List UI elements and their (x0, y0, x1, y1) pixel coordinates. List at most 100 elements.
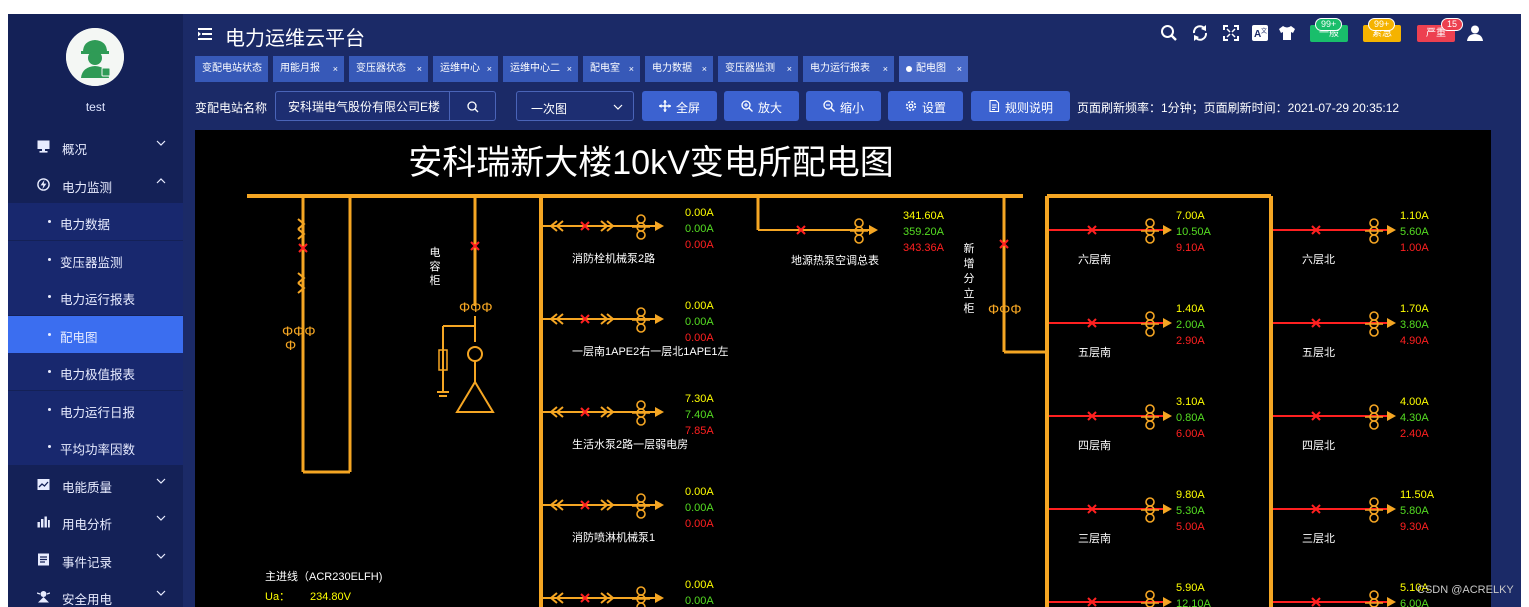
floor-name: 五层南 (1078, 346, 1111, 359)
zoom-in-button[interactable]: 放大 (724, 91, 799, 121)
tab-0[interactable]: 变配电站状态 (195, 56, 268, 82)
new-cabinet-label-char: 新 (964, 241, 975, 255)
settings-button[interactable]: 设置 (888, 91, 963, 121)
new-cabinet-label-char: 柜 (964, 302, 975, 315)
tab-9[interactable]: 配电图 × (899, 56, 968, 82)
sidebar-item-3[interactable]: 用电分析 (8, 503, 183, 540)
search-icon[interactable] (1160, 24, 1178, 42)
safety-icon (37, 591, 50, 603)
toolbar: 变配电站名称 一次图 全屏 (195, 90, 1515, 122)
phase-c-current: 9.10A (1176, 242, 1205, 254)
tab-6[interactable]: 电力数据 × (645, 56, 713, 82)
ct-icon (1369, 513, 1379, 523)
sidebar-item-label: 电能质量 (62, 480, 113, 495)
main-line-label: 主进线（ACR230ELFH) (265, 569, 382, 583)
floor-name: 六层南 (1078, 253, 1111, 266)
close-icon[interactable]: × (487, 56, 492, 82)
fullscreen-icon[interactable] (1222, 24, 1240, 42)
phase-b-current: 0.00A (685, 595, 714, 607)
alarm-severe-button[interactable]: 严重 15 (1417, 18, 1464, 42)
arrow-head-icon (1387, 225, 1396, 235)
ct-icon (1369, 420, 1379, 430)
refresh-icon[interactable] (1191, 24, 1209, 42)
fullscreen-button[interactable]: 全屏 (642, 91, 717, 121)
avatar[interactable] (66, 28, 124, 86)
ct-icon (636, 416, 646, 426)
sidebar-subitem-2[interactable]: 电力运行报表 (8, 278, 183, 315)
sidebar-item-1[interactable]: 电力监测 (8, 166, 183, 203)
arrow-head-icon (655, 221, 664, 231)
phase-a-current: 3.10A (1176, 396, 1205, 408)
phase-a-current: 1.70A (1400, 303, 1429, 315)
translate-icon[interactable]: A 文 (1251, 24, 1269, 42)
phase-b-current: 5.80A (1400, 505, 1429, 517)
watermark: CSDN @ACRELKY (1417, 584, 1514, 596)
top-header: 电力运维云平台 A 文 一般 99+ 紧急 99+ 严重 15 (183, 14, 1521, 54)
sidebar-subitem-5[interactable]: 电力运行日报 (8, 390, 183, 428)
ct-icon (1369, 404, 1379, 414)
tab-5[interactable]: 配电室 × (583, 56, 640, 82)
rules-icon (989, 100, 1000, 112)
ct-icon (636, 493, 646, 503)
phase-a-current: 1.10A (1400, 210, 1429, 222)
tab-8[interactable]: 电力运行报表 × (803, 56, 894, 82)
station-search-button[interactable] (449, 91, 496, 121)
phase-b-current: 0.00A (685, 223, 714, 235)
alarm-urgent-button[interactable]: 紧急 99+ (1363, 18, 1401, 42)
floor-name: 五层北 (1302, 346, 1335, 359)
ua-value: 234.80V (310, 591, 352, 603)
sidebar-subitem-label: 电力数据 (60, 218, 111, 232)
arrow-head-icon (869, 225, 878, 235)
phase-c-current: 9.30A (1400, 521, 1429, 533)
ct-icon (1145, 311, 1155, 321)
sidebar-subitem-4[interactable]: 电力极值报表 (8, 353, 183, 390)
diagram-type-select[interactable]: 一次图 (516, 91, 634, 121)
bullet-icon (48, 407, 51, 411)
shirt-icon[interactable] (1278, 24, 1296, 42)
bar-chart-icon (37, 516, 50, 528)
phase-c-current: 2.40A (1400, 428, 1429, 440)
sidebar-subitem-label: 平均功率因数 (60, 443, 136, 457)
tab-7[interactable]: 变压器监测 × (718, 56, 798, 82)
phase-b-current: 359.20A (903, 226, 945, 238)
zoom-out-button[interactable]: 缩小 (806, 91, 881, 121)
close-icon[interactable]: × (787, 56, 792, 82)
sidebar-item-4[interactable]: 事件记录 (8, 541, 183, 578)
alarm-general-count: 99+ (1315, 18, 1343, 31)
user-icon[interactable] (1466, 24, 1484, 42)
menu-toggle-icon[interactable] (198, 28, 212, 40)
sidebar-subitem-1[interactable]: 变压器监测 (8, 240, 183, 278)
close-icon[interactable]: × (567, 56, 572, 82)
tab-1[interactable]: 用能月报 × (273, 56, 344, 82)
phase-b-current: 12.10A (1176, 598, 1212, 607)
arrow-head-icon (1163, 597, 1172, 607)
close-icon[interactable]: × (883, 56, 888, 82)
phase-b-current: 3.80A (1400, 319, 1429, 331)
ct-icon (1369, 497, 1379, 507)
sidebar-subitem-0[interactable]: 电力数据 (8, 203, 183, 240)
bullet-icon (48, 332, 51, 336)
tab-3[interactable]: 运维中心 × (433, 56, 498, 82)
arrow-head-icon (1387, 504, 1396, 514)
bullet-icon (48, 370, 51, 373)
phase-b-current: 7.40A (685, 409, 714, 421)
close-icon[interactable]: × (702, 56, 707, 82)
sidebar-item-2[interactable]: 电能质量 (8, 466, 183, 503)
sidebar-subitem-6[interactable]: 平均功率因数 (8, 428, 183, 465)
tab-4[interactable]: 运维中心二 × (503, 56, 578, 82)
close-icon[interactable]: × (333, 56, 338, 82)
alarm-general-button[interactable]: 一般 99+ (1310, 18, 1348, 42)
zoom-in-icon (741, 100, 753, 112)
ct-icon (636, 602, 646, 607)
sidebar-item-0[interactable]: 概况 (8, 128, 183, 165)
tab-2[interactable]: 变压器状态 × (349, 56, 428, 82)
close-icon[interactable]: × (957, 56, 962, 82)
sidebar-subitem-3[interactable]: 配电图 (8, 315, 183, 353)
close-icon[interactable]: × (629, 56, 634, 82)
ct-icon (1145, 327, 1155, 337)
close-icon[interactable]: × (417, 56, 422, 82)
arrow-head-icon (655, 407, 664, 417)
rules-button[interactable]: 规则说明 (971, 91, 1070, 121)
sidebar-item-5[interactable]: 安全用电 (8, 578, 183, 607)
station-name-input[interactable] (275, 91, 450, 121)
